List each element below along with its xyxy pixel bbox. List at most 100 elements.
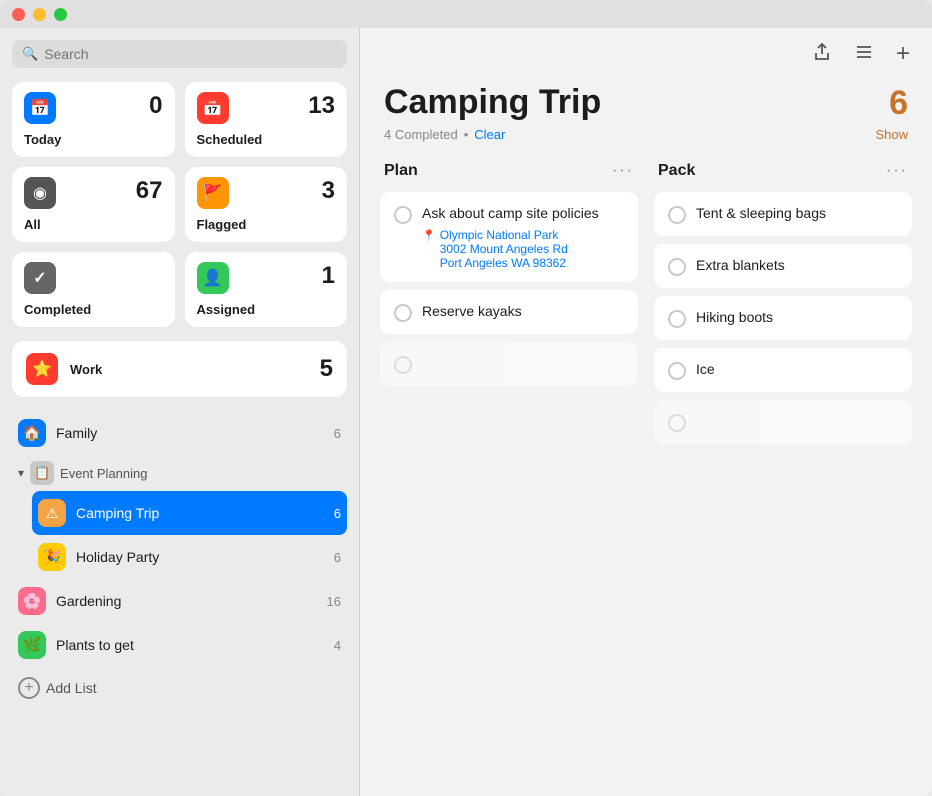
task-text-6: Hiking boots	[696, 308, 898, 326]
task-text-1: Ask about camp site policies	[422, 204, 624, 222]
task-card-4[interactable]: Tent & sleeping bags	[654, 192, 912, 236]
task-checkbox-empty-1[interactable]	[394, 356, 412, 374]
plants-to-get-icon: 🌿	[18, 631, 46, 659]
holiday-party-count: 6	[334, 550, 341, 565]
task-checkbox-7[interactable]	[668, 362, 686, 380]
sidebar-item-family[interactable]: 🏠 Family 6	[12, 411, 347, 455]
task-checkbox-1[interactable]	[394, 206, 412, 224]
search-bar[interactable]: 🔍	[12, 40, 347, 68]
add-list-label: Add List	[46, 680, 97, 696]
family-count: 6	[334, 426, 341, 441]
column-pack: Pack ··· Tent & sleeping bags Extra blan…	[654, 156, 912, 788]
group-event-planning[interactable]: ▾ 📋 Event Planning	[12, 455, 347, 491]
sidebar-item-holiday-party[interactable]: 🎉 Holiday Party 6	[32, 535, 347, 579]
task-card-7[interactable]: Ice	[654, 348, 912, 392]
detail-count: 6	[889, 84, 908, 123]
task-text-5: Extra blankets	[696, 256, 898, 274]
task-card-1[interactable]: Ask about camp site policies 📍 Olympic N…	[380, 192, 638, 282]
task-checkbox-2[interactable]	[394, 304, 412, 322]
sidebar: 🔍 📅 0 Today 📅	[0, 28, 360, 796]
flagged-label: Flagged	[197, 217, 336, 232]
columns-area: Plan ··· Ask about camp site policies 📍 …	[360, 148, 932, 796]
sidebar-item-gardening[interactable]: 🌸 Gardening 16	[12, 579, 347, 623]
work-label: Work	[70, 362, 308, 377]
flagged-count: 3	[322, 177, 335, 205]
lists-section: 🏠 Family 6 ▾ 📋 Event Planning ⚠ Camping …	[12, 411, 347, 796]
location-pin-icon: 📍	[422, 229, 436, 242]
today-icon: 📅	[24, 92, 56, 124]
share-button[interactable]	[808, 38, 836, 71]
task-checkbox-6[interactable]	[668, 310, 686, 328]
sidebar-item-camping-trip[interactable]: ⚠ Camping Trip 6	[32, 491, 347, 535]
location-city-1: Port Angeles WA 98362	[440, 256, 568, 270]
main-toolbar: +	[360, 28, 932, 80]
plan-more-button[interactable]: ···	[612, 162, 634, 180]
camping-trip-icon: ⚠	[38, 499, 66, 527]
camping-trip-count: 6	[334, 506, 341, 521]
clear-button[interactable]: Clear	[474, 127, 505, 142]
task-card-5[interactable]: Extra blankets	[654, 244, 912, 288]
location-address-1: 3002 Mount Angeles Rd	[440, 242, 568, 256]
search-icon: 🔍	[22, 46, 38, 62]
plan-column-header: Plan ···	[380, 156, 638, 186]
scheduled-count: 13	[308, 92, 335, 120]
smart-card-flagged[interactable]: 🚩 3 Flagged	[185, 167, 348, 242]
collapse-icon: ▾	[18, 466, 24, 480]
gardening-icon: 🌸	[18, 587, 46, 615]
task-checkbox-5[interactable]	[668, 258, 686, 276]
pack-column-header: Pack ···	[654, 156, 912, 186]
family-icon: 🏠	[18, 419, 46, 447]
task-card-6[interactable]: Hiking boots	[654, 296, 912, 340]
task-text-7: Ice	[696, 360, 898, 378]
minimize-button[interactable]	[33, 8, 46, 21]
today-count: 0	[149, 92, 162, 120]
task-text-2: Reserve kayaks	[422, 302, 624, 320]
task-card-empty-2[interactable]	[654, 400, 912, 444]
close-button[interactable]	[12, 8, 25, 21]
pack-more-button[interactable]: ···	[886, 162, 908, 180]
task-card-empty-1[interactable]	[380, 342, 638, 386]
smart-grid: 📅 0 Today 📅 13 Scheduled	[12, 82, 347, 327]
smart-card-assigned[interactable]: 👤 1 Assigned	[185, 252, 348, 327]
task-text-4: Tent & sleeping bags	[696, 204, 898, 222]
smart-card-completed[interactable]: ✓ Completed	[12, 252, 175, 327]
add-list-icon: +	[18, 677, 40, 699]
completed-text: 4 Completed	[384, 127, 458, 142]
scheduled-label: Scheduled	[197, 132, 336, 147]
add-task-button[interactable]: +	[892, 36, 914, 72]
detail-title: Camping Trip	[384, 84, 601, 121]
event-planning-label: Event Planning	[60, 466, 147, 481]
smart-card-work[interactable]: ⭐ Work 5	[12, 341, 347, 397]
holiday-party-icon: 🎉	[38, 543, 66, 571]
add-list-button[interactable]: + Add List	[12, 667, 347, 713]
smart-card-today[interactable]: 📅 0 Today	[12, 82, 175, 157]
maximize-button[interactable]	[54, 8, 67, 21]
completed-icon: ✓	[24, 262, 56, 294]
list-view-button[interactable]	[850, 38, 878, 71]
all-label: All	[24, 217, 163, 232]
dot-separator: •	[464, 127, 469, 142]
assigned-label: Assigned	[197, 302, 336, 317]
task-checkbox-empty-2[interactable]	[668, 414, 686, 432]
gardening-count: 16	[327, 594, 341, 609]
detail-header: Camping Trip 6 4 Completed • Clear Show	[360, 80, 932, 148]
assigned-icon: 👤	[197, 262, 229, 294]
smart-card-all[interactable]: ◉ 67 All	[12, 167, 175, 242]
main-content: + Camping Trip 6 4 Completed • Clear Sho…	[360, 28, 932, 796]
show-button[interactable]: Show	[875, 127, 908, 142]
completed-label: Completed	[24, 302, 163, 317]
holiday-party-label: Holiday Party	[76, 549, 324, 565]
family-label: Family	[56, 425, 324, 441]
sidebar-item-plants-to-get[interactable]: 🌿 Plants to get 4	[12, 623, 347, 667]
column-plan: Plan ··· Ask about camp site policies 📍 …	[380, 156, 638, 788]
today-label: Today	[24, 132, 163, 147]
scheduled-icon: 📅	[197, 92, 229, 124]
task-card-2[interactable]: Reserve kayaks	[380, 290, 638, 334]
smart-card-scheduled[interactable]: 📅 13 Scheduled	[185, 82, 348, 157]
gardening-label: Gardening	[56, 593, 317, 609]
plants-to-get-count: 4	[334, 638, 341, 653]
location-name-1: Olympic National Park	[440, 228, 568, 242]
task-checkbox-4[interactable]	[668, 206, 686, 224]
search-input[interactable]	[44, 46, 337, 62]
task-location-1: 📍 Olympic National Park 3002 Mount Angel…	[422, 228, 624, 270]
